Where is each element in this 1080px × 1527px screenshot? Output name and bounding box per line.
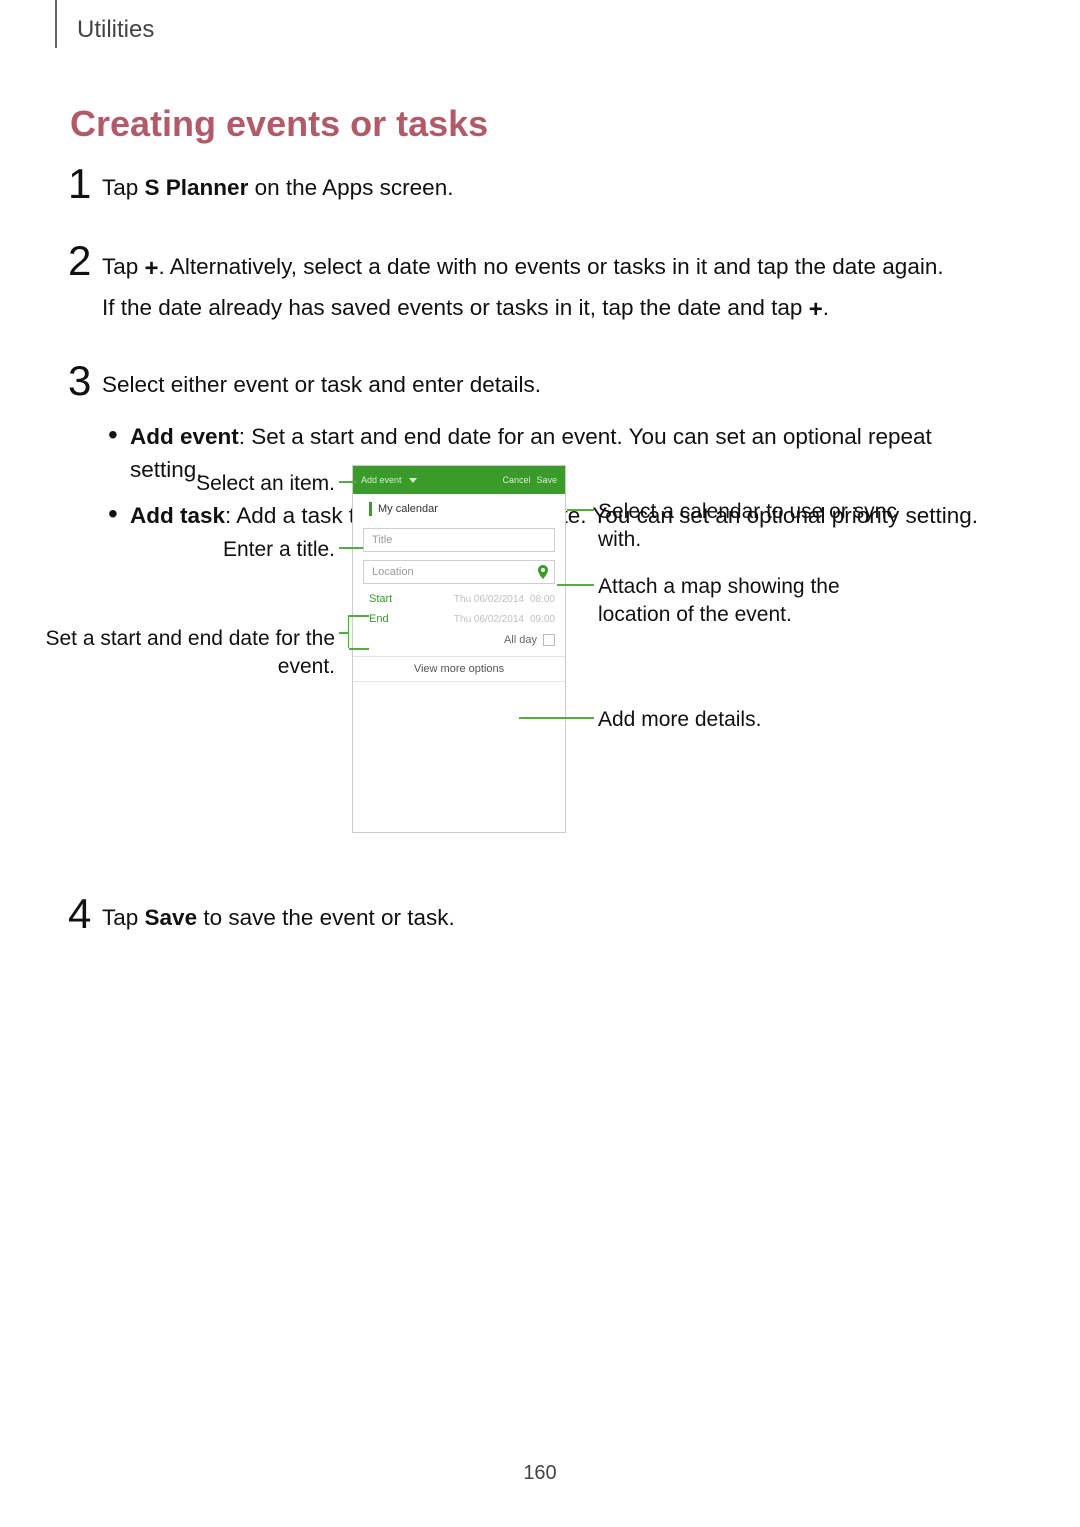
placeholder: Title xyxy=(372,534,392,546)
end-time: 09:00 xyxy=(530,614,555,625)
callout-enter-title: Enter a title. xyxy=(70,536,335,564)
end-row[interactable]: End Thu 06/02/2014 09:00 xyxy=(353,608,565,628)
phone-header: Add event Cancel Save xyxy=(353,466,565,494)
step-intro: Select either event or task and enter de… xyxy=(102,368,1004,403)
end-date: Thu 06/02/2014 xyxy=(454,614,524,625)
leader-line xyxy=(339,481,357,483)
phone-screenshot: Add event Cancel Save My calendar Title … xyxy=(352,465,566,833)
start-label: Start xyxy=(369,593,405,605)
location-pin-icon[interactable] xyxy=(538,565,548,582)
location-input[interactable]: Location xyxy=(363,560,555,584)
step-number: 4 xyxy=(68,893,102,940)
text: Tap xyxy=(102,175,145,200)
text: Tap xyxy=(102,905,145,930)
leader-line xyxy=(339,632,348,634)
start-time: 08:00 xyxy=(530,594,555,605)
callout-select-calendar: Select a calendar to use or sync with. xyxy=(598,498,908,555)
all-day-checkbox[interactable] xyxy=(543,634,555,646)
cancel-button[interactable]: Cancel xyxy=(502,475,530,485)
figure: Add event Cancel Save My calendar Title … xyxy=(70,465,990,865)
callout-attach-map: Attach a map showing the location of the… xyxy=(598,573,878,630)
leader-line xyxy=(519,717,594,719)
step-2: 2 Tap +. Alternatively, select a date wi… xyxy=(68,240,1004,330)
all-day-row[interactable]: All day xyxy=(353,628,565,652)
start-row[interactable]: Start Thu 06/02/2014 08:00 xyxy=(353,588,565,608)
step-4: 4 Tap Save to save the event or task. xyxy=(68,893,1004,940)
leader-line xyxy=(557,584,594,586)
text-bold: Add event xyxy=(130,424,239,449)
text: . xyxy=(823,295,829,320)
save-button[interactable]: Save xyxy=(536,475,557,485)
text-bold: Save xyxy=(145,905,198,930)
text: to save the event or task. xyxy=(197,905,455,930)
callout-add-more: Add more details. xyxy=(598,706,858,734)
all-day-label: All day xyxy=(504,634,537,646)
leader-line xyxy=(567,509,594,511)
plus-icon: + xyxy=(145,255,159,282)
step-4-wrap: 4 Tap Save to save the event or task. xyxy=(68,893,1004,940)
step-number: 2 xyxy=(68,240,102,330)
manual-page: Utilities Creating events or tasks 1 Tap… xyxy=(0,0,1080,1527)
start-date: Thu 06/02/2014 xyxy=(454,594,524,605)
step-body: Tap S Planner on the Apps screen. xyxy=(102,163,453,210)
add-event-dropdown[interactable]: Add event xyxy=(361,475,402,485)
end-label: End xyxy=(369,613,405,625)
plus-icon: + xyxy=(809,296,823,323)
view-more-button[interactable]: View more options xyxy=(353,656,565,682)
step-body: Tap Save to save the event or task. xyxy=(102,893,455,940)
calendar-selector[interactable]: My calendar xyxy=(353,494,565,524)
header-section: Utilities xyxy=(77,16,154,48)
text: . Alternatively, select a date with no e… xyxy=(159,254,944,279)
section-title: Creating events or tasks xyxy=(70,103,488,145)
text: on the Apps screen. xyxy=(248,175,453,200)
text: Tap xyxy=(102,254,145,279)
leader-line xyxy=(339,547,363,549)
title-input[interactable]: Title xyxy=(363,528,555,552)
calendar-label: My calendar xyxy=(378,503,438,515)
step-1: 1 Tap S Planner on the Apps screen. xyxy=(68,163,1004,210)
callout-set-dates: Set a start and end date for the event. xyxy=(40,625,335,682)
text: If the date already has saved events or … xyxy=(102,295,809,320)
placeholder: Location xyxy=(372,566,414,578)
callout-select-item: Select an item. xyxy=(70,470,335,498)
step-number: 1 xyxy=(68,163,102,210)
calendar-accent xyxy=(369,502,372,516)
view-more-label: View more options xyxy=(414,663,504,675)
dropdown-icon xyxy=(409,478,417,483)
page-number: 160 xyxy=(0,1462,1080,1485)
text-bold: S Planner xyxy=(145,175,249,200)
header-tab: Utilities xyxy=(55,0,154,48)
step-body: Tap +. Alternatively, select a date with… xyxy=(102,240,944,330)
bracket xyxy=(348,615,349,648)
